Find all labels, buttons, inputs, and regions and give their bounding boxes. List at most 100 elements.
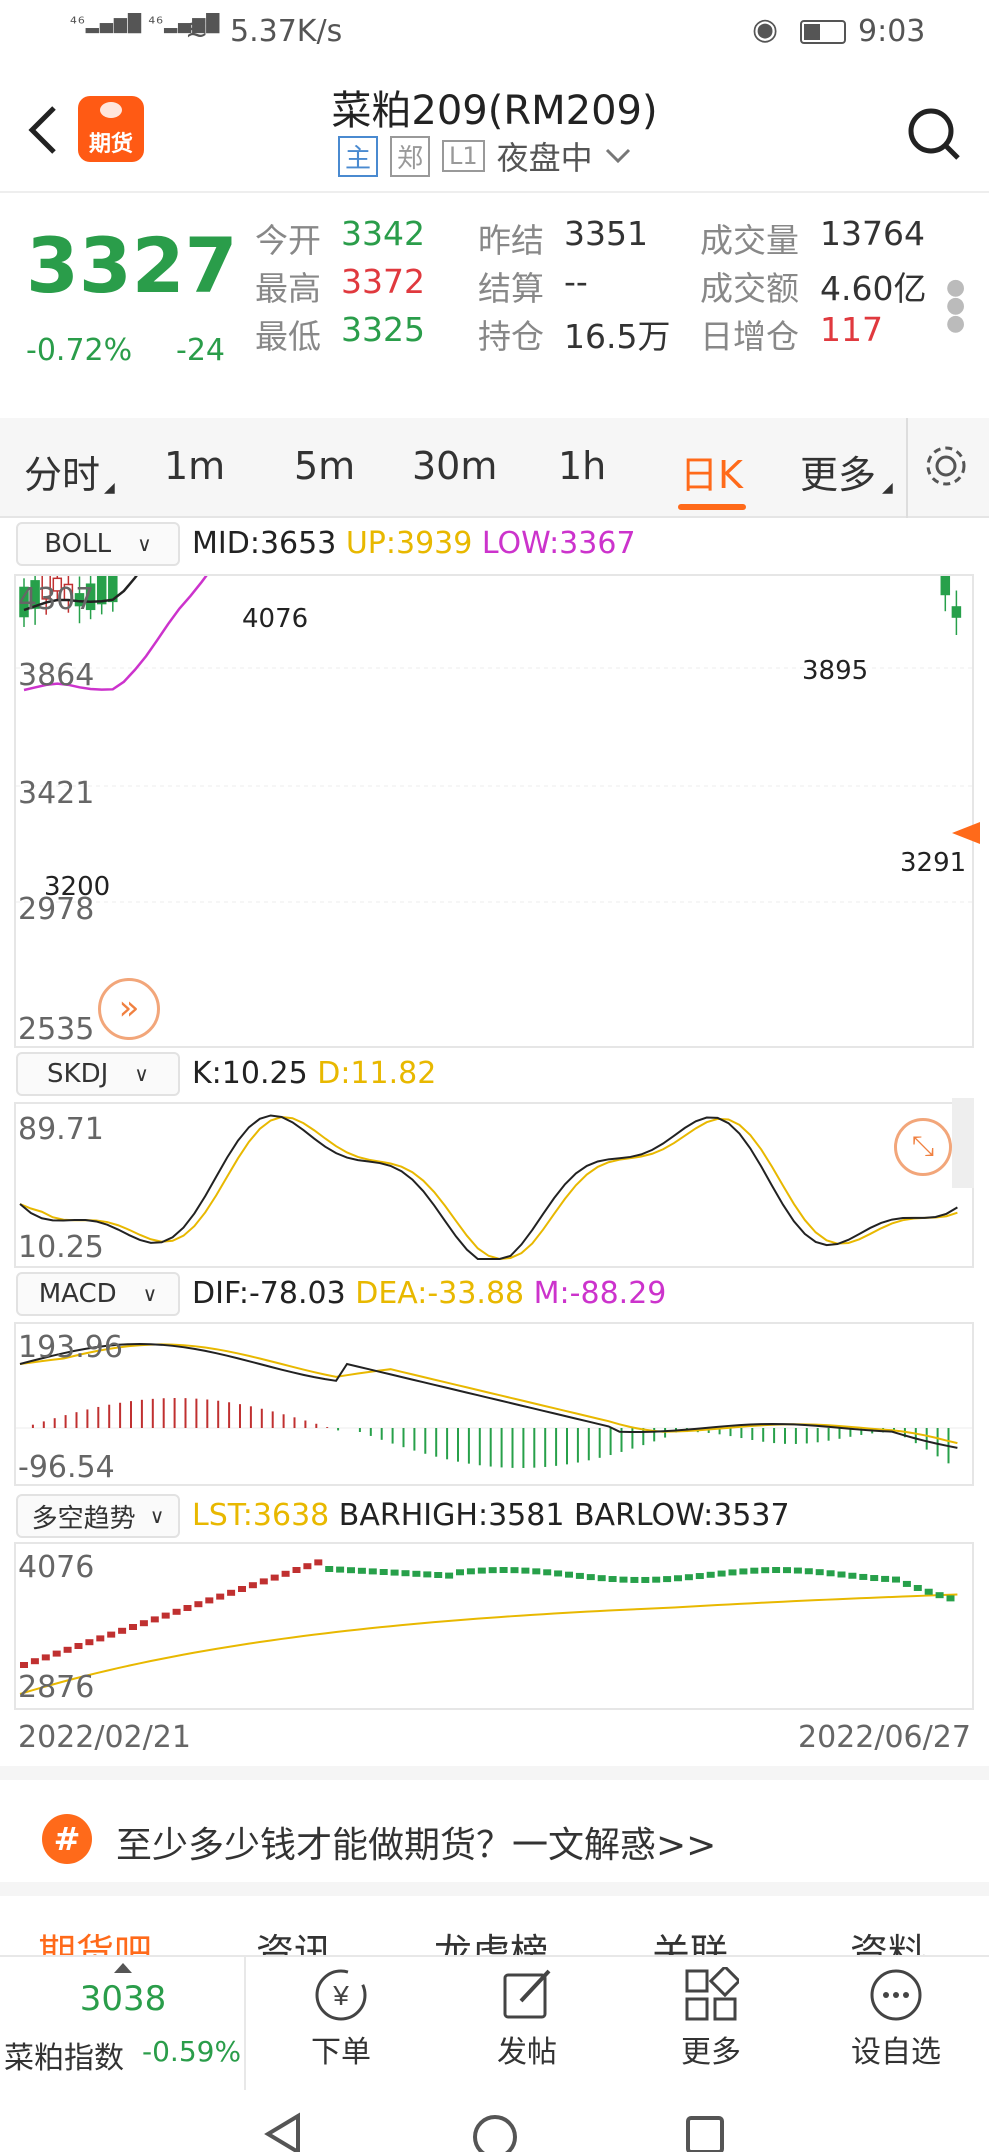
kline-chart[interactable]: 4307 3864 3421 2978 2535 4076 3200 3895 … [14,574,974,1048]
trend-bar [41,1654,50,1661]
kline-canvas[interactable] [16,576,972,1046]
date-start: 2022/02/21 [18,1720,191,1755]
trend-bar [597,1575,606,1582]
content-tab-1[interactable]: 资讯 [256,1922,332,1956]
trend-bar [946,1595,955,1602]
last-annotation: 3291 [900,848,967,878]
y-tick: 4307 [18,582,95,617]
content-tab-3[interactable]: 关联 [652,1922,728,1956]
trend-bar [434,1572,443,1578]
content-tab-2[interactable]: 龙虎榜 [434,1922,548,1956]
wifi-icon: ≋ [185,13,209,46]
trend-bar [663,1576,672,1583]
page-title: 菜粕209(RM209) [331,88,658,134]
y-tick: 193.96 [18,1330,123,1365]
more-dots-icon[interactable]: ● ● ● [946,277,965,335]
trend-bar [357,1567,366,1574]
trend-bar [728,1569,737,1576]
y-tick: 4076 [18,1550,95,1585]
trend-lst-line [19,1593,958,1695]
dropdown-corner-icon: ◢ [104,480,115,496]
order-button[interactable]: ¥ 下单 [296,1967,386,2071]
nav-home-icon[interactable] [470,2112,520,2152]
trend-bar [924,1588,933,1595]
nav-back-icon[interactable] [262,2112,302,2152]
y-tick: -96.54 [18,1450,115,1485]
chevron-down-icon[interactable] [605,148,631,164]
quote-value: 3351 [564,214,648,253]
dropdown-corner-icon: ◢ [882,480,893,496]
trend-bar [445,1572,454,1579]
candle-body [951,606,962,618]
skdj-chart[interactable]: 89.71 10.25 ⤡ [14,1102,974,1268]
badge-level: L1 [442,140,485,172]
svg-text:¥: ¥ [332,1980,349,2011]
trend-bar [270,1574,279,1581]
tab-4[interactable]: 1h [558,444,606,488]
quote-value: 13764 [820,214,925,253]
quote-value: 3325 [341,310,425,349]
trend-bar [641,1576,650,1583]
edit-icon [503,1969,551,2019]
trend-selector[interactable]: 多空趋势 ∨ [16,1494,180,1538]
trend-bar [586,1574,595,1581]
trend-bar [706,1571,715,1578]
side-handle[interactable] [952,1098,974,1188]
post-button[interactable]: 发帖 [482,1967,572,2071]
trend-bar [325,1566,334,1572]
trend-bar [412,1570,421,1577]
quote-label: 最低 [255,317,321,356]
skdj-selector[interactable]: SKDJ ∨ [16,1052,180,1096]
quote-label: 成交量 [700,221,799,260]
quote-value: 3372 [341,262,425,301]
y-tick: 10.25 [18,1230,104,1265]
clock: 9:03 [858,14,926,49]
bottom-action-bar: 3038 菜粕指数 -0.59% ¥ 下单 发帖 更多 设自选 [0,1955,989,2092]
trend-bar [499,1567,508,1573]
more-button[interactable]: 更多 [666,1964,756,2071]
fast-forward-icon[interactable]: » [98,978,160,1040]
trend-bar [652,1576,661,1583]
trend-bar [565,1571,573,1578]
trend-bar [401,1570,410,1577]
index-quote[interactable]: 3038 菜粕指数 -0.59% [0,1957,246,2092]
session-status[interactable]: 夜盘中 [497,133,593,179]
trend-bar [837,1571,846,1578]
settings-gear-icon[interactable] [922,442,970,490]
tab-5[interactable]: 日K [680,444,743,499]
trend-chart[interactable]: 4076 2876 [14,1542,974,1710]
trend-bar [739,1568,748,1575]
trend-bar [379,1569,388,1575]
promo-text[interactable]: 至少多少钱才能做期货？一文解惑>> [116,1816,716,1868]
trend-bar [85,1639,94,1646]
tab-3[interactable]: 30m [412,444,497,488]
expand-icon[interactable]: ⤡ [894,1118,952,1176]
peak-annotation: 3895 [802,656,869,686]
trend-bar [139,1620,148,1627]
content-tabs: 期货吧 资讯 龙虎榜 关联 资料 [0,1904,989,1956]
eye-icon: ◉ [752,12,779,47]
trend-bar [630,1576,639,1583]
trend-bar [521,1567,530,1574]
tab-1[interactable]: 1m [164,444,225,488]
nav-recent-icon[interactable] [684,2112,728,2152]
macd-chart[interactable]: 193.96 -96.54 [14,1322,974,1486]
trend-bar [74,1643,83,1649]
boll-selector[interactable]: BOLL ∨ [16,522,180,566]
battery-icon [800,20,846,44]
tab-0[interactable]: 分时 [24,444,100,499]
macd-selector[interactable]: MACD ∨ [16,1272,180,1316]
trend-bar [477,1567,486,1574]
trend-bar [674,1575,682,1582]
search-icon[interactable] [906,106,962,162]
promo-banner[interactable]: # 至少多少钱才能做期货？一文解惑>> [0,1766,989,1896]
tab-2[interactable]: 5m [294,444,355,488]
quote-label: 今开 [255,221,321,260]
watchlist-label: 设自选 [851,2035,941,2070]
tab-6[interactable]: 更多 [800,444,876,499]
watchlist-button[interactable]: 设自选 [836,1967,956,2071]
content-tab-0[interactable]: 期货吧 [38,1922,152,1956]
y-tick: 2535 [18,1012,95,1047]
trend-bar [423,1571,432,1578]
content-tab-4[interactable]: 资料 [850,1922,926,1956]
